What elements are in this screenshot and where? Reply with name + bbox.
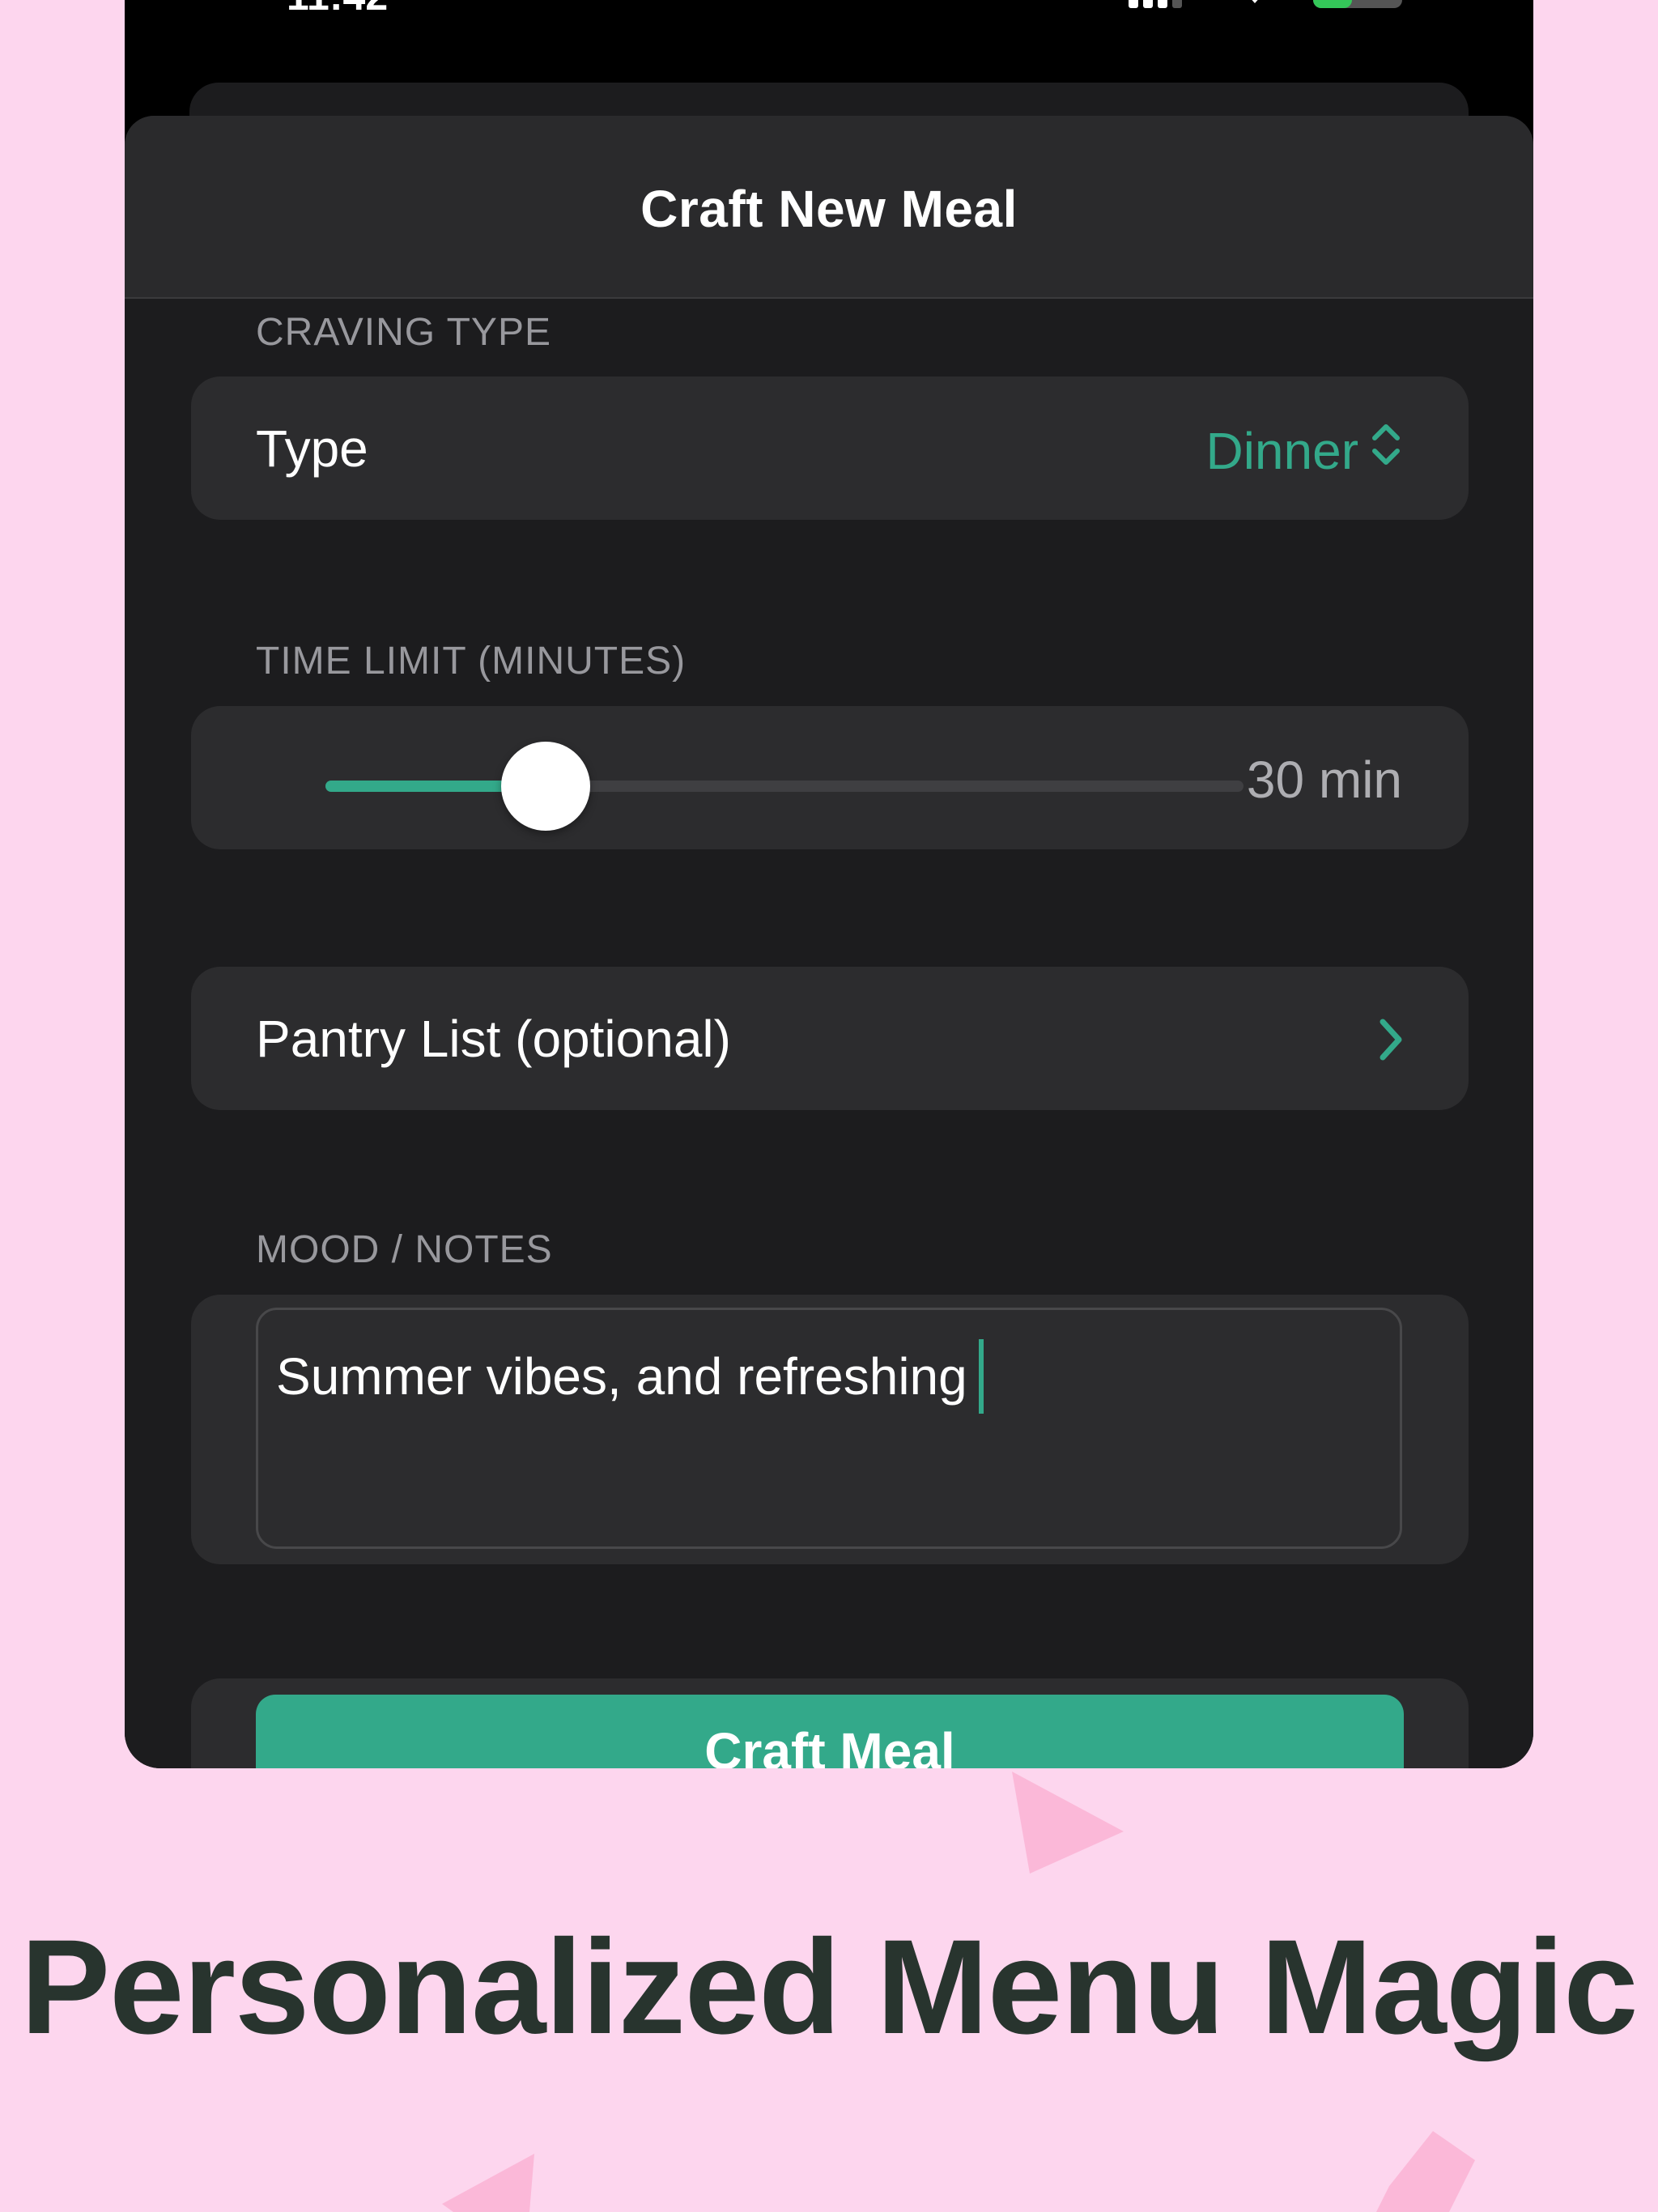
type-row-label: Type <box>256 419 368 478</box>
time-limit-row: 30 min <box>191 706 1469 849</box>
status-icons <box>1120 0 1404 12</box>
mood-notes-label: MOOD / NOTES <box>256 1228 553 1271</box>
mood-notes-text: Summer vibes, and refreshing <box>276 1347 967 1406</box>
chevron-up-down-icon <box>1370 419 1402 483</box>
time-limit-value: 30 min <box>1246 751 1402 809</box>
type-value: Dinner <box>1205 421 1358 480</box>
app-screenshot: 11:42 Craft New Meal <box>125 0 1533 1768</box>
text-caret <box>978 1339 984 1414</box>
sheet-title: Craft New Meal <box>640 180 1018 238</box>
pantry-list-row[interactable]: Pantry List (optional) <box>191 967 1469 1110</box>
signal-icon <box>1129 0 1182 8</box>
craft-meal-sheet: Craft New Meal CRAVING TYPE Type Dinner … <box>125 116 1533 1768</box>
status-time: 11:42 <box>287 0 388 19</box>
pantry-list-label: Pantry List (optional) <box>256 1010 731 1068</box>
sheet-header: Craft New Meal <box>125 116 1533 299</box>
craving-type-label: CRAVING TYPE <box>256 311 551 354</box>
mood-notes-row: Summer vibes, and refreshing <box>191 1295 1469 1564</box>
time-limit-label: TIME LIMIT (MINUTES) <box>256 640 687 683</box>
type-row[interactable]: Type Dinner <box>191 376 1469 520</box>
wifi-icon <box>1252 0 1258 3</box>
chevron-right-icon <box>1376 1017 1404 1066</box>
type-picker[interactable]: Dinner <box>1205 419 1402 483</box>
mood-notes-content: Summer vibes, and refreshing <box>276 1339 984 1414</box>
craft-button-row: Craft Meal <box>191 1678 1469 1768</box>
battery-icon <box>1313 0 1402 8</box>
headline: Personalized Menu Magic <box>20 1912 1638 2062</box>
status-bar: 11:42 <box>125 0 1533 19</box>
time-slider-thumb[interactable] <box>501 742 591 831</box>
craft-meal-button[interactable]: Craft Meal <box>256 1695 1404 1768</box>
mood-notes-input[interactable]: Summer vibes, and refreshing <box>256 1308 1402 1549</box>
